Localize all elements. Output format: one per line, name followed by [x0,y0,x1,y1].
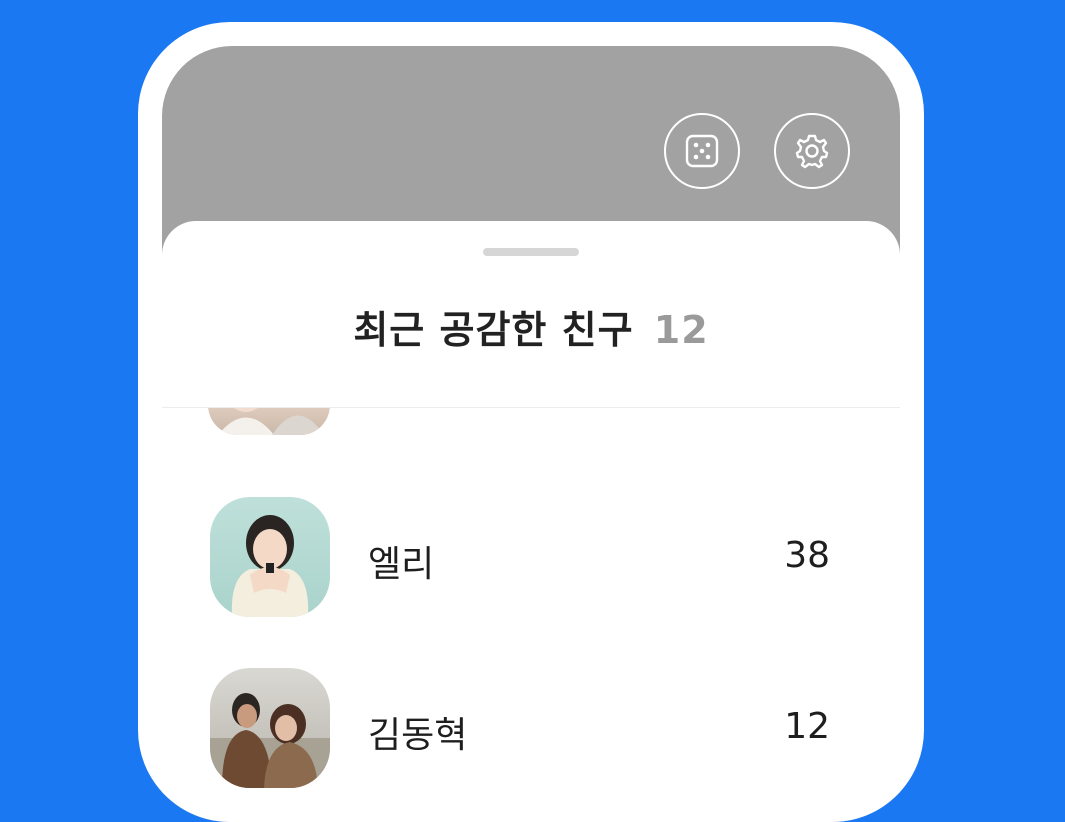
friend-name: 엘리 [368,544,435,585]
avatar[interactable] [210,668,330,788]
dice-button[interactable] [664,113,740,189]
friend-name: 김동혁 [368,715,468,756]
app-screen: 최근 공감한 친구 12 엘리 38 김동혁 12 [162,46,900,822]
sheet-drag-handle[interactable] [483,248,579,256]
gear-icon [795,134,829,169]
list-item[interactable]: 엘리 38 [162,497,900,617]
friend-count: 12 [784,706,830,747]
phone-frame: 최근 공감한 친구 12 엘리 38 김동혁 12 [138,22,924,822]
list-item[interactable]: 김동혁 12 [162,668,900,788]
bottom-sheet: 최근 공감한 친구 12 엘리 38 김동혁 12 [162,221,900,822]
friend-list[interactable]: 엘리 38 김동혁 12 [162,408,900,822]
friend-count: 38 [784,535,830,576]
sheet-title-count: 12 [653,308,709,352]
sheet-title: 최근 공감한 친구 12 [162,299,900,354]
avatar-partial[interactable] [208,408,330,435]
settings-button[interactable] [774,113,850,189]
sheet-title-text: 최근 공감한 친구 [353,308,634,352]
dice-icon [685,134,719,168]
avatar[interactable] [210,497,330,617]
